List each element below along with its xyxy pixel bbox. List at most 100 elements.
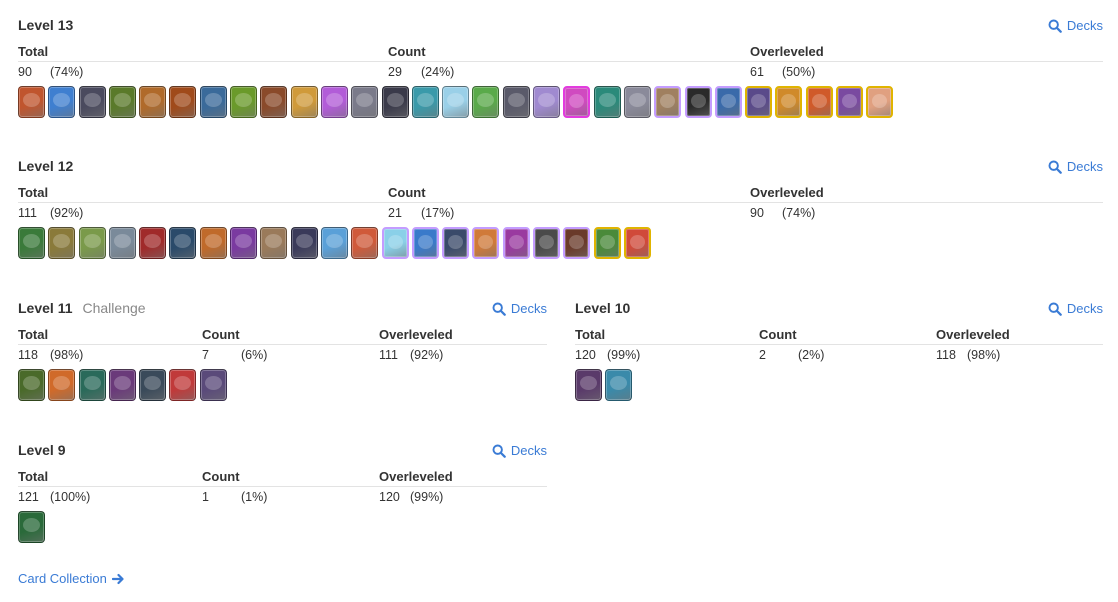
decks-link[interactable]: Decks xyxy=(492,301,547,316)
overleveled-value: 61 xyxy=(750,65,764,79)
card-icon[interactable] xyxy=(623,227,651,259)
card-icon[interactable] xyxy=(593,227,621,259)
overleveled-value: 118 xyxy=(936,348,956,362)
card-collection-label: Card Collection xyxy=(18,571,107,586)
stats-header: Total Count Overleveled xyxy=(18,43,1103,62)
card-icon[interactable] xyxy=(593,86,621,118)
card-icon[interactable] xyxy=(381,86,409,118)
card-icon[interactable] xyxy=(18,227,45,259)
card-icon[interactable] xyxy=(18,369,45,401)
card-icon[interactable] xyxy=(48,86,76,118)
stats-values: 118 (98%) 7 (6%) 111 (92%) xyxy=(18,345,547,365)
card-icon[interactable] xyxy=(290,227,318,259)
card-icon[interactable] xyxy=(139,86,167,118)
card-icon[interactable] xyxy=(108,86,136,118)
decks-link[interactable]: Decks xyxy=(492,443,547,458)
card-list xyxy=(575,369,1103,405)
card-icon[interactable] xyxy=(351,227,379,259)
level-11-section: Level 11 Challenge Decks Total Count Over… xyxy=(18,300,547,405)
card-icon[interactable] xyxy=(78,227,106,259)
header-total: Total xyxy=(18,185,49,200)
card-icon[interactable] xyxy=(805,86,833,118)
total-percent: (92%) xyxy=(50,206,84,220)
card-icon[interactable] xyxy=(563,86,591,118)
decks-label: Decks xyxy=(510,301,547,316)
card-icon[interactable] xyxy=(199,86,227,118)
card-icon[interactable] xyxy=(320,86,348,118)
total-percent: (99%) xyxy=(607,348,641,362)
card-icon[interactable] xyxy=(563,227,591,259)
total-percent: (98%) xyxy=(50,348,84,362)
card-icon[interactable] xyxy=(48,227,76,259)
decks-link[interactable]: Decks xyxy=(1048,301,1103,316)
card-icon[interactable] xyxy=(472,227,500,259)
card-icon[interactable] xyxy=(230,86,258,118)
card-icon[interactable] xyxy=(18,511,45,543)
card-icon[interactable] xyxy=(533,227,561,259)
card-icon[interactable] xyxy=(442,227,470,259)
card-icon[interactable] xyxy=(18,86,45,118)
decks-link[interactable]: Decks xyxy=(1048,159,1103,174)
card-icon[interactable] xyxy=(230,227,258,259)
search-icon xyxy=(1048,19,1062,33)
card-icon[interactable] xyxy=(108,369,136,401)
header-overleveled: Overleveled xyxy=(379,469,453,484)
total-percent: (74%) xyxy=(50,65,84,79)
card-icon[interactable] xyxy=(351,86,379,118)
count-percent: (1%) xyxy=(241,490,268,504)
card-icon[interactable] xyxy=(78,369,106,401)
overleveled-percent: (74%) xyxy=(782,206,816,220)
card-list xyxy=(18,511,547,547)
header-total: Total xyxy=(18,44,49,59)
card-icon[interactable] xyxy=(575,369,602,401)
header-count: Count xyxy=(202,327,240,342)
decks-label: Decks xyxy=(1066,301,1103,316)
card-icon[interactable] xyxy=(502,86,530,118)
card-icon[interactable] xyxy=(775,86,803,118)
card-icon[interactable] xyxy=(836,86,864,118)
stats-header: Total Count Overleveled xyxy=(575,326,1103,345)
card-icon[interactable] xyxy=(442,86,470,118)
decks-link[interactable]: Decks xyxy=(1048,18,1103,33)
card-icon[interactable] xyxy=(411,227,439,259)
card-icon[interactable] xyxy=(623,86,651,118)
card-icon[interactable] xyxy=(48,369,76,401)
overleveled-percent: (99%) xyxy=(410,490,444,504)
count-percent: (2%) xyxy=(798,348,825,362)
card-icon[interactable] xyxy=(108,227,136,259)
card-icon[interactable] xyxy=(78,86,106,118)
card-icon[interactable] xyxy=(684,86,712,118)
section-title: Level 9 xyxy=(18,442,66,458)
card-collection-link[interactable]: Card Collection xyxy=(18,571,125,586)
card-icon[interactable] xyxy=(411,86,439,118)
card-icon[interactable] xyxy=(533,86,561,118)
card-icon[interactable] xyxy=(139,369,167,401)
card-icon[interactable] xyxy=(654,86,682,118)
card-icon[interactable] xyxy=(381,227,409,259)
card-icon[interactable] xyxy=(605,369,633,401)
section-title: Level 12 xyxy=(18,158,74,174)
card-icon[interactable] xyxy=(169,227,197,259)
search-icon xyxy=(492,444,506,458)
card-icon[interactable] xyxy=(260,227,288,259)
card-icon[interactable] xyxy=(199,369,227,401)
card-icon[interactable] xyxy=(745,86,773,118)
card-icon[interactable] xyxy=(169,369,197,401)
overleveled-percent: (92%) xyxy=(410,348,444,362)
card-icon[interactable] xyxy=(169,86,197,118)
overleveled-percent: (98%) xyxy=(967,348,1001,362)
search-icon xyxy=(1048,302,1062,316)
card-icon[interactable] xyxy=(139,227,167,259)
card-icon[interactable] xyxy=(472,86,500,118)
count-value: 7 xyxy=(202,348,209,362)
total-value: 111 xyxy=(18,206,38,220)
card-icon[interactable] xyxy=(199,227,227,259)
card-icon[interactable] xyxy=(502,227,530,259)
card-icon[interactable] xyxy=(714,86,742,118)
card-icon[interactable] xyxy=(320,227,348,259)
card-icon[interactable] xyxy=(260,86,288,118)
card-icon[interactable] xyxy=(866,86,894,118)
stats-values: 120 (99%) 2 (2%) 118 (98%) xyxy=(575,345,1103,365)
card-icon[interactable] xyxy=(290,86,318,118)
overleveled-value: 120 xyxy=(379,490,400,504)
